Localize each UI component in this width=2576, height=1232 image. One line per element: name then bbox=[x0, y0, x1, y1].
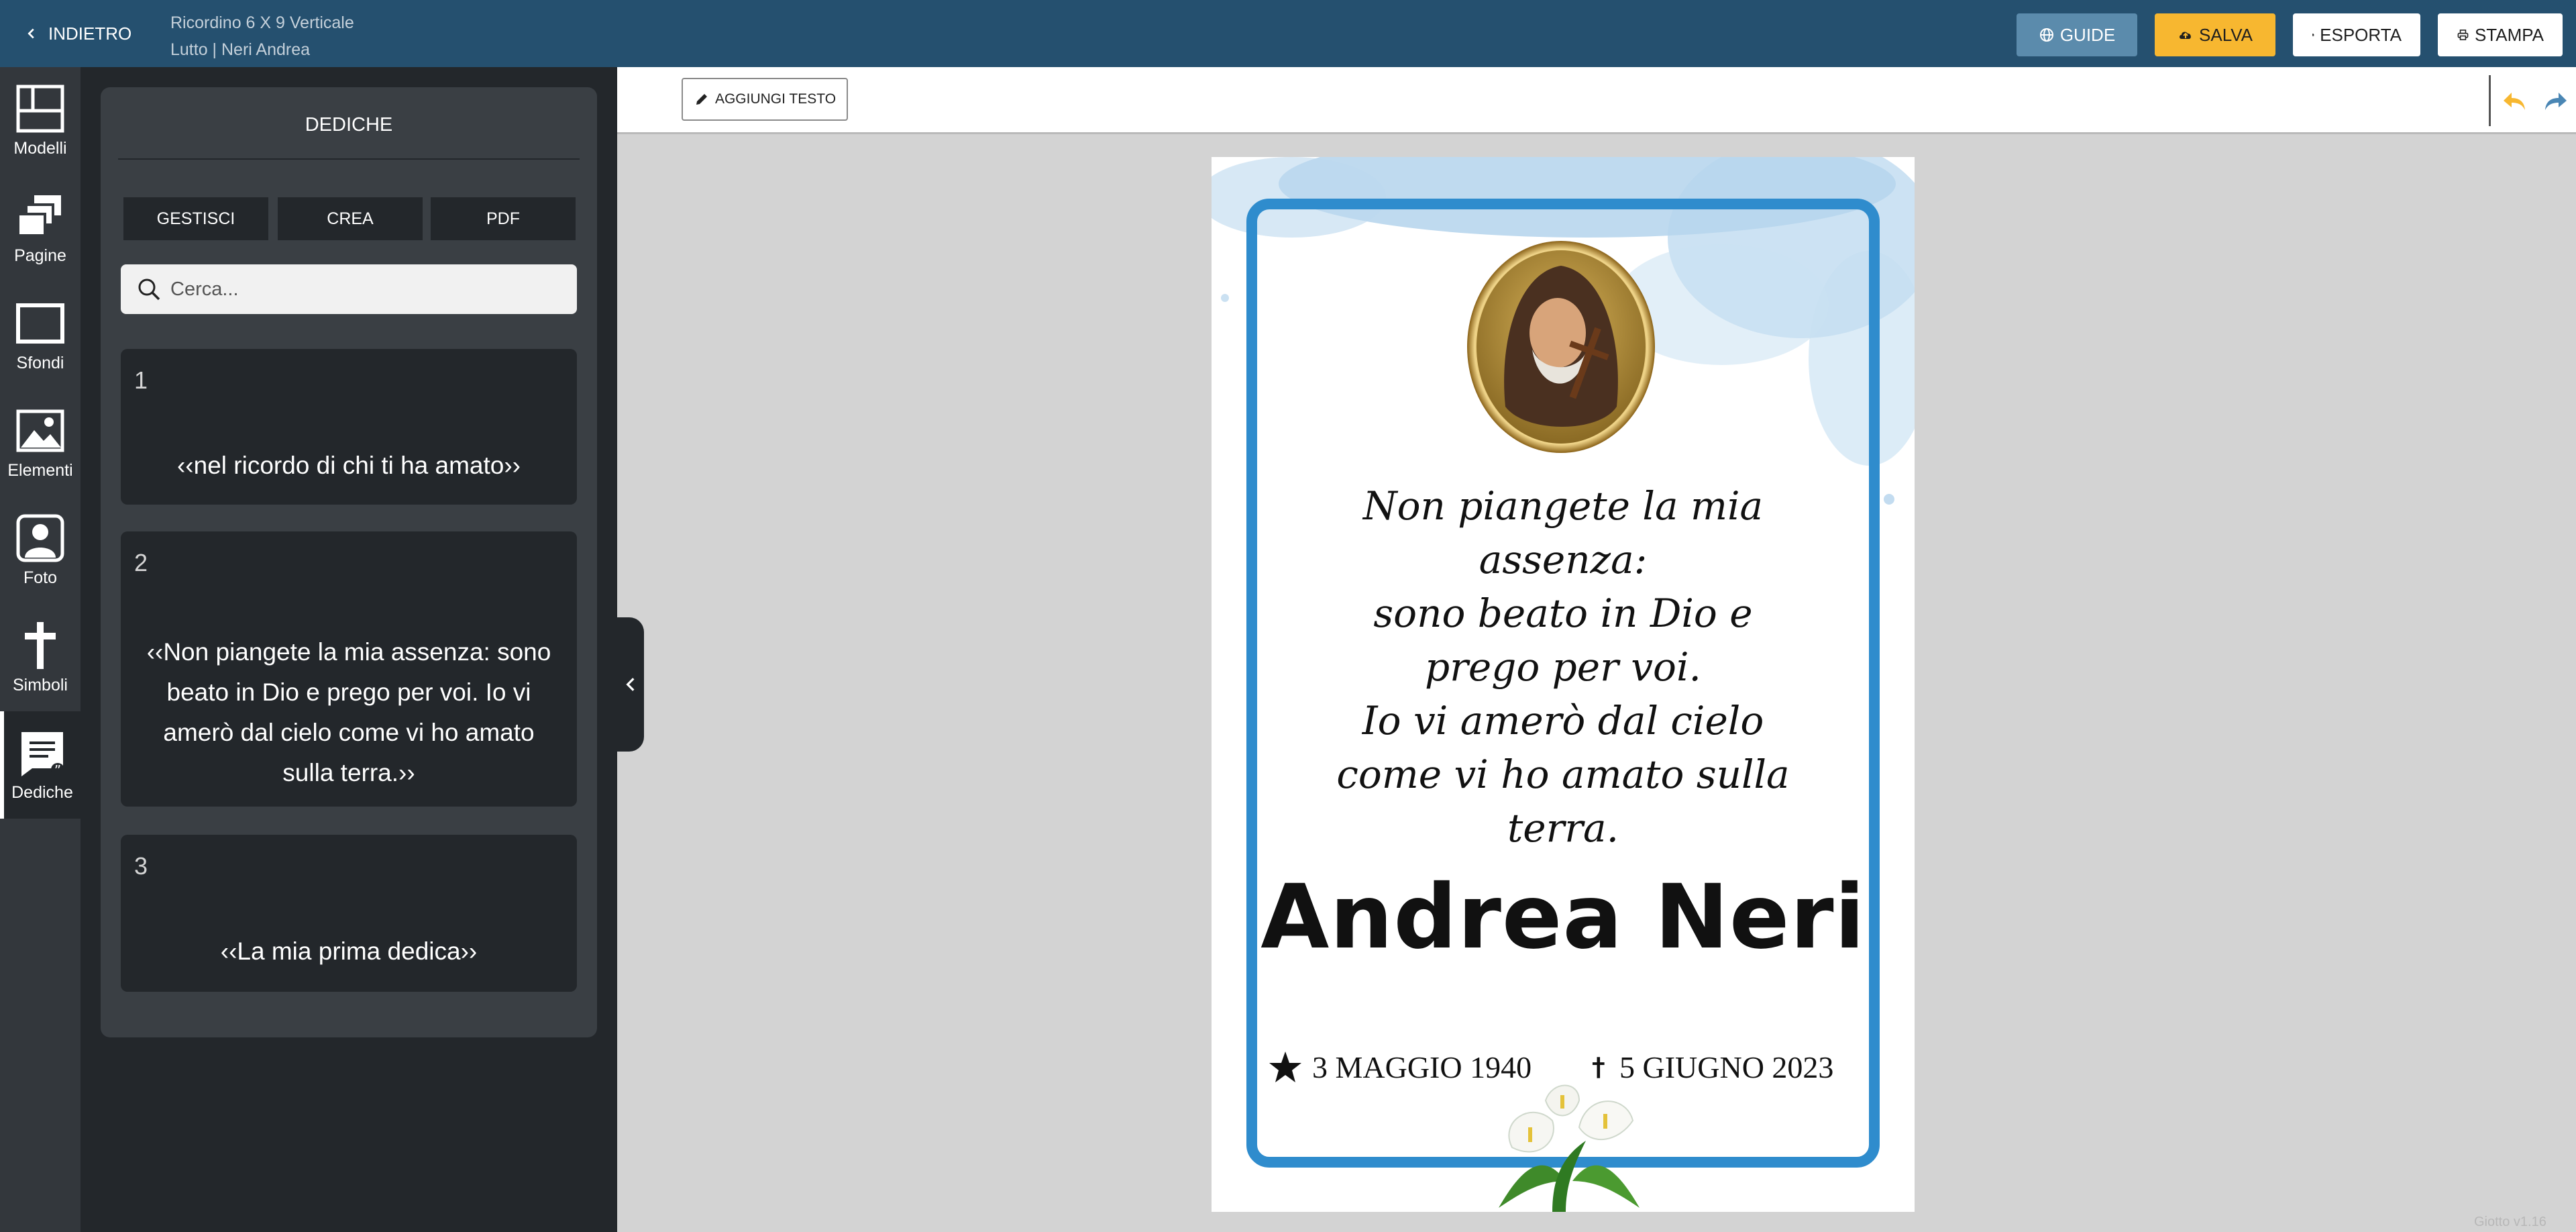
card-text: ‹‹La mia prima dedica›› bbox=[220, 937, 478, 965]
pencil-icon bbox=[696, 94, 707, 105]
file-icon bbox=[2312, 34, 2314, 36]
rail-label: Foto bbox=[23, 568, 58, 587]
search-box bbox=[121, 264, 577, 314]
add-text-button[interactable]: AGGIUNGI TESTO bbox=[682, 78, 848, 121]
tool-rail: Modelli Pagine Sfondi Elementi Foto Simb… bbox=[0, 67, 80, 1232]
toolbar-divider bbox=[2489, 75, 2491, 126]
collapse-panel-button[interactable] bbox=[617, 617, 644, 752]
rail-label: Pagine bbox=[14, 246, 66, 265]
search-input[interactable] bbox=[170, 278, 559, 301]
deceased-name[interactable]: Andrea Neri bbox=[1228, 866, 1898, 969]
save-label: SALVA bbox=[2199, 24, 2253, 45]
tab-gestisci[interactable]: GESTISCI bbox=[123, 197, 268, 240]
star-icon bbox=[1269, 1051, 1301, 1082]
poem-line: sono beato in Dio e bbox=[1373, 591, 1753, 636]
export-label: ESPORTA bbox=[2320, 24, 2402, 45]
rail-label: Modelli bbox=[13, 138, 67, 158]
poem-line: assenza: bbox=[1479, 537, 1648, 582]
back-button[interactable]: INDIETRO bbox=[24, 20, 131, 47]
dedication-card-2[interactable]: 2 ‹‹Non piangete la mia assenza: sono be… bbox=[121, 531, 577, 807]
back-label: INDIETRO bbox=[48, 23, 132, 44]
rail-item-modelli[interactable]: Modelli bbox=[0, 67, 80, 174]
globe-icon bbox=[2039, 28, 2053, 42]
dedications-panel: DEDICHE GESTISCI CREA PDF 1 ‹‹nel ricord… bbox=[101, 87, 597, 1037]
version-label: Giotto v1.16 bbox=[2474, 1215, 2546, 1229]
card-text: ‹‹Non piangete la mia assenza: sono beat… bbox=[146, 638, 551, 786]
person-icon bbox=[16, 514, 64, 562]
card-number: 1 bbox=[134, 366, 148, 394]
poem-line: terra. bbox=[1507, 805, 1619, 851]
dedication-card-3[interactable]: 3 ‹‹La mia prima dedica›› bbox=[121, 835, 577, 992]
tab-pdf[interactable]: PDF bbox=[431, 197, 576, 240]
rail-label: Sfondi bbox=[16, 353, 64, 372]
card-number: 3 bbox=[134, 852, 148, 880]
image-icon bbox=[16, 409, 64, 452]
redo-icon[interactable] bbox=[2541, 86, 2571, 115]
guide-label: GUIDE bbox=[2059, 24, 2116, 45]
rail-item-foto[interactable]: Foto bbox=[0, 497, 80, 604]
poem-line: come vi ho amato sulla bbox=[1336, 752, 1790, 797]
cross-icon bbox=[1592, 1056, 1605, 1078]
poem-line: Io vi amerò dal cielo bbox=[1362, 698, 1764, 743]
rail-label: Simboli bbox=[13, 675, 68, 695]
printer-icon bbox=[2457, 30, 2469, 40]
print-label: STAMPA bbox=[2474, 24, 2544, 45]
pages-icon bbox=[17, 195, 61, 237]
chevron-left-icon bbox=[626, 678, 635, 691]
card-number: 2 bbox=[134, 549, 148, 576]
tab-crea[interactable]: CREA bbox=[278, 197, 423, 240]
memorial-card-page[interactable]: Non piangete la mia assenza: sono beato … bbox=[1212, 157, 1915, 1212]
rail-item-simboli[interactable]: Simboli bbox=[0, 604, 80, 711]
cloud-upload-icon bbox=[2180, 32, 2191, 39]
document-title: Ricordino 6 X 9 Verticale Lutto | Neri A… bbox=[170, 9, 354, 63]
panel-divider bbox=[118, 158, 580, 160]
search-icon bbox=[138, 278, 160, 301]
top-actions: GUIDE SALVA ESPORTA STAMPA bbox=[2017, 13, 2563, 56]
dedication-icon: ” bbox=[21, 731, 64, 778]
document-title-line2: Lutto | Neri Andrea bbox=[170, 40, 311, 59]
svg-text:”: ” bbox=[54, 762, 61, 778]
rail-item-elementi[interactable]: Elementi bbox=[0, 389, 80, 497]
dedication-card-1[interactable]: 1 ‹‹nel ricordo di chi ti ha amato›› bbox=[121, 349, 577, 505]
rail-label: Dediche bbox=[11, 782, 73, 802]
dedication-poem[interactable]: Non piangete la mia assenza: sono beato … bbox=[1295, 479, 1831, 855]
guide-button[interactable]: GUIDE bbox=[2017, 13, 2137, 56]
export-button[interactable]: ESPORTA bbox=[2293, 13, 2420, 56]
save-button[interactable]: SALVA bbox=[2155, 13, 2275, 56]
poem-line: prego per voi. bbox=[1425, 644, 1701, 690]
layout-icon bbox=[16, 85, 64, 132]
add-text-label: AGGIUNGI TESTO bbox=[714, 91, 837, 107]
poem-line: Non piangete la mia bbox=[1362, 483, 1764, 529]
canvas-toolbar: AGGIUNGI TESTO bbox=[617, 67, 2576, 134]
cross-icon bbox=[25, 621, 56, 669]
document-title-line1: Ricordino 6 X 9 Verticale bbox=[170, 13, 354, 32]
rail-item-pagine[interactable]: Pagine bbox=[0, 174, 80, 282]
rail-item-sfondi[interactable]: Sfondi bbox=[0, 282, 80, 389]
top-bar: INDIETRO Ricordino 6 X 9 Verticale Lutto… bbox=[0, 0, 2576, 67]
print-button[interactable]: STAMPA bbox=[2438, 13, 2563, 56]
saint-portrait-image[interactable] bbox=[1465, 239, 1657, 455]
card-text: ‹‹nel ricordo di chi ti ha amato›› bbox=[176, 452, 521, 479]
chevron-left-icon bbox=[28, 28, 34, 39]
background-icon bbox=[16, 303, 64, 344]
rail-label: Elementi bbox=[7, 460, 73, 480]
rail-item-dediche[interactable]: ” Dediche bbox=[0, 711, 80, 819]
panel-title: DEDICHE bbox=[305, 114, 393, 136]
undo-icon[interactable] bbox=[2500, 86, 2529, 115]
lily-flower-image[interactable] bbox=[1472, 1080, 1660, 1212]
